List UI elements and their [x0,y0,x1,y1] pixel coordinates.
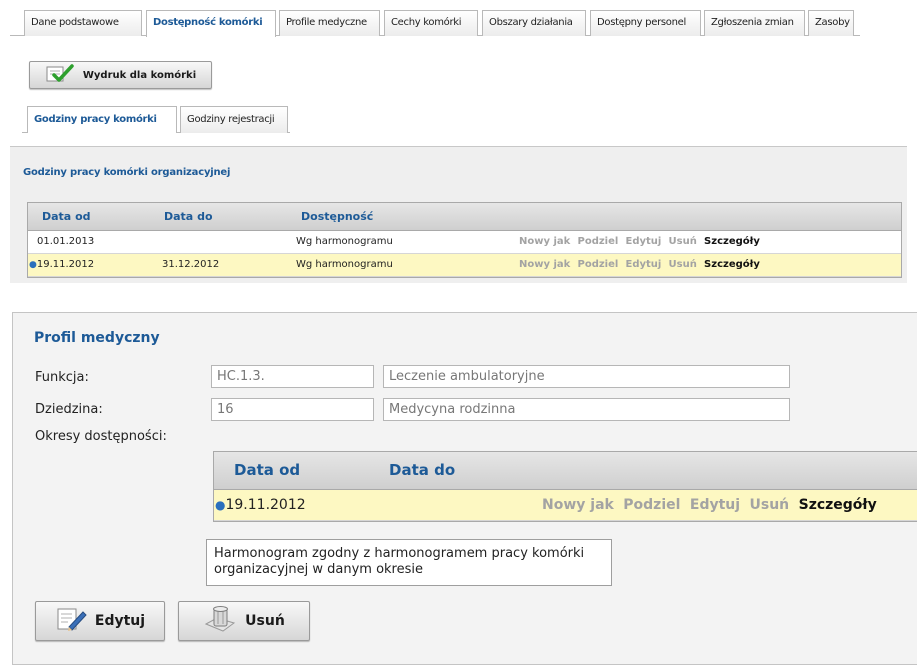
cell-date-to: 31.12.2012 [162,259,220,270]
check-document-icon [45,63,75,87]
row-actions: Nowy jak Podziel Edytuj Usuń Szczegóły [519,254,764,276]
tab-dostepnosc-komorki[interactable]: Dostępność komórki [146,10,276,37]
cell-availability: Wg harmonogramu [296,259,393,270]
working-hours-panel: Godziny pracy komórki organizacyjnej Dat… [10,146,907,283]
table-row-selected[interactable]: ●19.11.2012 31.12.2012 Wg harmonogramu N… [28,254,901,277]
table-row-selected[interactable]: ●19.11.2012 Nowy jak Podziel Edytuj Usuń… [214,490,917,521]
column-header-availability[interactable]: Dostępność [301,203,373,230]
schedule-note: Harmonogram zgodny z harmonogramem pracy… [206,539,612,586]
selected-row-cell-date-from: ●19.11.2012 [29,254,94,276]
tab-cechy-komorki[interactable]: Cechy komórki [384,10,478,36]
delete-link[interactable]: Usuń [669,259,697,270]
domain-code-field[interactable]: 16 [211,398,374,421]
selected-row-cell-date-from: ●19.11.2012 [215,490,306,520]
new-like-link[interactable]: Nowy jak [519,236,570,247]
delete-link[interactable]: Usuń [669,236,697,247]
column-header-date-from[interactable]: Data od [42,203,91,230]
medical-profile-panel: Profil medyczny Funkcja: HC.1.3. Leczeni… [12,312,917,665]
delete-button-label: Usuń [245,613,285,629]
row-actions: Nowy jak Podziel Edytuj Usuń Szczegóły [519,231,764,253]
edit-link[interactable]: Edytuj [626,236,662,247]
function-name-field[interactable]: Leczenie ambulatoryjne [383,365,790,388]
details-link[interactable]: Szczegóły [704,259,760,270]
delete-link[interactable]: Usuń [750,497,790,513]
delete-button[interactable]: Usuń [178,601,310,641]
edit-button-label: Edytuj [94,613,146,629]
function-code-field[interactable]: HC.1.3. [211,365,374,388]
print-button-label: Wydruk dla komórki [82,69,197,81]
tab-dostepny-personel[interactable]: Dostępny personel [590,10,701,36]
table-header: Data od Data do [214,452,917,490]
date-from-text: 19.11.2012 [36,259,95,270]
availability-periods-label: Okresy dostępności: [35,429,167,444]
date-from-text: 19.11.2012 [225,497,306,513]
sub-tab-bar: Godziny pracy komórki Godziny rejestracj… [22,106,290,133]
details-link[interactable]: Szczegóły [799,497,877,513]
function-label: Funkcja: [35,370,89,385]
tab-obszary-dzialania[interactable]: Obszary działania [482,10,586,36]
edit-icon [55,606,87,636]
cell-date-from: 01.01.2013 [37,236,95,247]
split-link[interactable]: Podziel [578,236,619,247]
tab-godziny-rejestracji[interactable]: Godziny rejestracji [180,106,288,133]
edit-link[interactable]: Edytuj [626,259,662,270]
trash-icon [203,604,237,638]
print-for-unit-button[interactable]: Wydruk dla komórki [29,61,212,89]
domain-name-field[interactable]: Medycyna rodzinna [383,398,790,421]
new-like-link[interactable]: Nowy jak [542,497,614,513]
column-header-date-from[interactable]: Data od [234,452,300,489]
cell-availability: Wg harmonogramu [296,236,393,247]
top-tab-bar: Dane podstawowe Dostępność komórki Profi… [10,8,860,37]
tab-godziny-pracy[interactable]: Godziny pracy komórki [27,106,177,133]
table-header: Data od Data do Dostępność [28,203,901,231]
tab-dane-podstawowe[interactable]: Dane podstawowe [24,10,142,36]
profile-title: Profil medyczny [34,330,160,346]
working-hours-table: Data od Data do Dostępność 01.01.2013 Wg… [27,202,902,278]
panel-title: Godziny pracy komórki organizacyjnej [23,167,231,178]
edit-button[interactable]: Edytuj [35,601,165,641]
tab-zasoby[interactable]: Zasoby [808,10,854,36]
domain-label: Dziedzina: [35,402,103,417]
column-header-date-to[interactable]: Data do [164,203,213,230]
row-actions: Nowy jak Podziel Edytuj Usuń Szczegóły [542,490,882,520]
tab-profile-medyczne[interactable]: Profile medyczne [279,10,380,36]
details-link[interactable]: Szczegóły [704,236,760,247]
availability-periods-table: Data od Data do ●19.11.2012 Nowy jak Pod… [213,451,917,522]
split-link[interactable]: Podziel [578,259,619,270]
table-row[interactable]: 01.01.2013 Wg harmonogramu Nowy jak Podz… [28,231,901,254]
column-header-date-to[interactable]: Data do [389,452,455,489]
split-link[interactable]: Podziel [623,497,680,513]
tab-zgloszenia-zmian[interactable]: Zgłoszenia zmian [704,10,805,36]
new-like-link[interactable]: Nowy jak [519,259,570,270]
selected-row-marker-icon: ● [29,260,37,270]
edit-link[interactable]: Edytuj [690,497,740,513]
selected-row-marker-icon: ● [215,498,226,512]
